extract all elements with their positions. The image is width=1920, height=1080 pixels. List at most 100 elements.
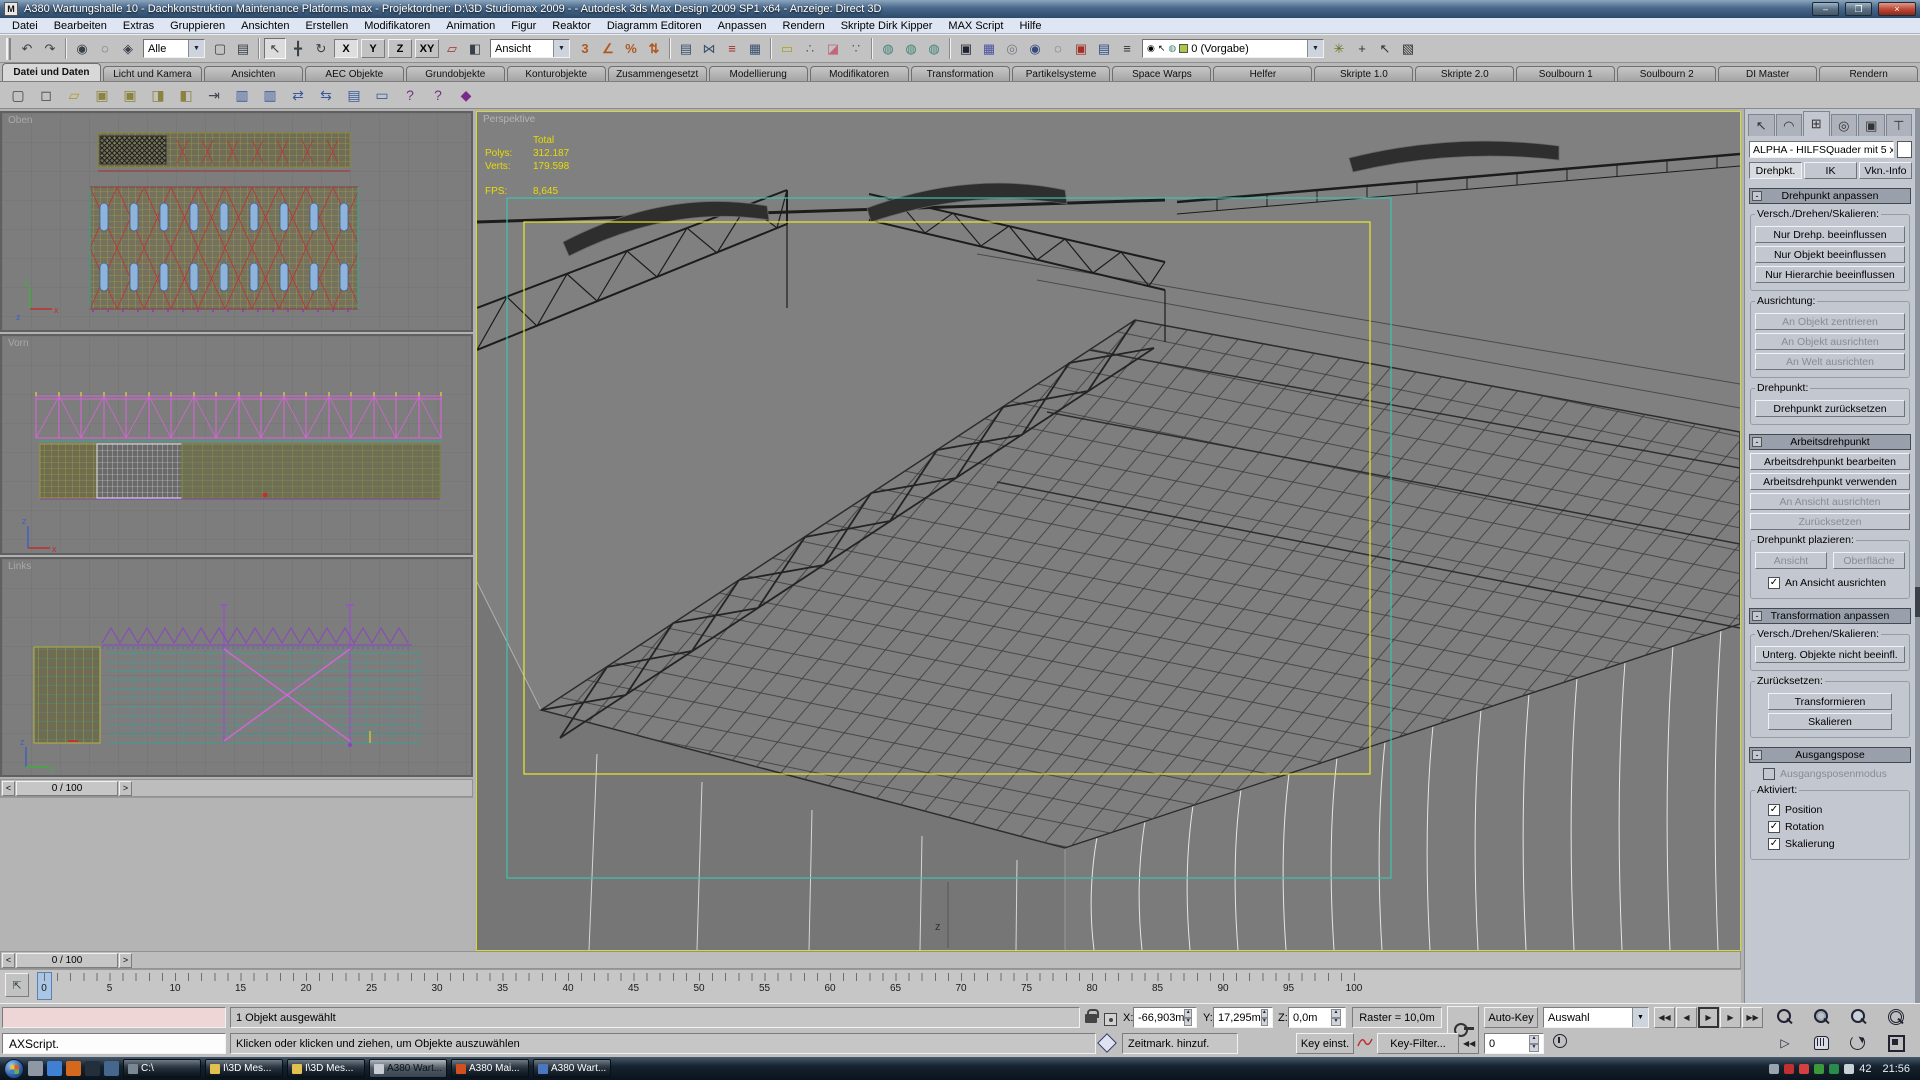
spinner-icon[interactable]: ▲▼ xyxy=(1529,1035,1539,1052)
field-of-view-icon[interactable]: ▷ xyxy=(1772,1032,1798,1053)
help-reference-icon[interactable]: ? xyxy=(398,84,422,106)
tab-ansichten[interactable]: Ansichten xyxy=(204,66,303,81)
redo-icon[interactable]: ↷ xyxy=(39,38,61,59)
media-player-icon[interactable] xyxy=(85,1061,100,1076)
checkbox-icon[interactable] xyxy=(1763,768,1775,780)
spinner-icon[interactable]: ▲▼ xyxy=(1184,1009,1192,1026)
checkbox-icon[interactable]: ✓ xyxy=(1768,821,1780,833)
render-region-teapot-icon[interactable]: ◍ xyxy=(900,38,922,59)
viewport-label[interactable]: Vorn xyxy=(8,338,29,349)
menu-item[interactable]: Rendern xyxy=(775,20,833,32)
selection-mode-dropdown[interactable]: Auswahl▼ xyxy=(1543,1007,1649,1028)
goto-end-button[interactable]: ▶▶ xyxy=(1742,1007,1763,1028)
object-name-field[interactable]: ALPHA - HILFSQuader mit 5 x ! xyxy=(1749,141,1894,158)
zoom-extents-all-icon[interactable] xyxy=(1883,1006,1909,1027)
angle-snap-icon[interactable]: ∠ xyxy=(597,38,619,59)
menu-item[interactable]: Extras xyxy=(115,20,162,32)
selection-filter-dropdown[interactable]: Alle ▼ xyxy=(143,39,205,58)
open-file-icon[interactable]: ▱ xyxy=(62,84,86,106)
firefox-browser-icon[interactable] xyxy=(66,1061,81,1076)
collapse-icon[interactable]: - xyxy=(1752,437,1762,447)
render-setup-icon[interactable]: ▣ xyxy=(1070,38,1092,59)
axis-constraint-xy-button[interactable]: XY xyxy=(415,39,439,58)
spinner-snap-icon[interactable]: ⇅ xyxy=(643,38,665,59)
rollout-header[interactable]: - Transformation anpassen xyxy=(1749,608,1911,624)
position-checkbox[interactable]: ✓Position xyxy=(1768,804,1904,816)
reset-scene-icon[interactable]: ◻ xyxy=(34,84,58,106)
eraser-tool-icon[interactable]: ◪ xyxy=(822,38,844,59)
prev-frame-button[interactable]: ◀ xyxy=(1676,1007,1697,1028)
chevron-down-icon[interactable]: ▼ xyxy=(553,40,569,57)
current-frame-field[interactable]: 0▲▼ xyxy=(1484,1033,1544,1054)
axis-constraint-x-button[interactable]: X xyxy=(334,39,358,58)
axis-constraint-y-button[interactable]: Y xyxy=(361,39,385,58)
collapse-icon[interactable]: - xyxy=(1752,191,1762,201)
checkbox-icon[interactable]: ✓ xyxy=(1768,577,1780,589)
collapse-icon[interactable]: - xyxy=(1752,611,1762,621)
save-as-icon[interactable]: ▣ xyxy=(118,84,142,106)
environment-dialog-icon[interactable]: ◎ xyxy=(1001,38,1023,59)
merge-file-icon[interactable]: ⇄ xyxy=(286,84,310,106)
display-panel-tab[interactable]: ▣ xyxy=(1858,114,1885,136)
zoom-extents-icon[interactable] xyxy=(1846,1006,1872,1027)
task-3dsmax-a380-wart[interactable]: A380 Wart... xyxy=(369,1059,447,1078)
render-scene-teapot-icon[interactable]: ◍ xyxy=(877,38,899,59)
quick-render-teapot-icon[interactable]: ◍ xyxy=(923,38,945,59)
schematic-view-icon[interactable]: ▦ xyxy=(978,38,1000,59)
zoom-all-icon[interactable] xyxy=(1809,1006,1835,1027)
select-and-manipulate-icon[interactable]: ◧ xyxy=(464,38,486,59)
maxscript-reference-icon[interactable]: ? xyxy=(426,84,450,106)
menu-item[interactable]: Skripte Dirk Kipper xyxy=(833,20,941,32)
chevron-down-icon[interactable]: ▼ xyxy=(188,40,204,57)
menu-item[interactable]: Bearbeiten xyxy=(46,20,115,32)
spinner-icon[interactable]: ▲▼ xyxy=(1261,1009,1268,1026)
show-desktop-icon[interactable] xyxy=(28,1061,43,1076)
maximize-viewport-icon[interactable] xyxy=(1883,1032,1909,1053)
viewport-label[interactable]: Perspektive xyxy=(483,114,535,125)
previous-key-icon[interactable]: ◀◀ xyxy=(1463,1033,1475,1054)
rectangular-selection-region-icon[interactable]: ▢ xyxy=(209,38,231,59)
object-color-swatch[interactable] xyxy=(1897,141,1912,158)
rollout-header[interactable]: - Arbeitsdrehpunkt xyxy=(1749,434,1911,450)
fetch-scene-icon[interactable]: ◧ xyxy=(174,84,198,106)
antivirus-tray-icon[interactable] xyxy=(1829,1064,1839,1074)
layer-dropdown[interactable]: ◉ ↖ ◍ 0 (Vorgabe) ▼ xyxy=(1142,39,1324,58)
menu-item[interactable]: MAX Script xyxy=(940,20,1011,32)
minimize-button[interactable]: – xyxy=(1812,2,1839,16)
align-icon[interactable]: ≡ xyxy=(721,38,743,59)
alert-tray-icon[interactable] xyxy=(1784,1064,1794,1074)
replace-file-icon[interactable]: ⇆ xyxy=(314,84,338,106)
affect-hierarchy-only-button[interactable]: Nur Hierarchie beeinflussen xyxy=(1755,266,1905,283)
tab-soulbourn-2[interactable]: Soulbourn 2 xyxy=(1617,66,1716,81)
new-scene-icon[interactable]: ▢ xyxy=(6,84,30,106)
menu-item[interactable]: Anpassen xyxy=(710,20,775,32)
start-button[interactable] xyxy=(4,1059,24,1079)
tab-licht-und-kamera[interactable]: Licht und Kamera xyxy=(103,66,202,81)
selection-lock-icon[interactable] xyxy=(1085,1005,1101,1026)
pan-hand-icon[interactable] xyxy=(1809,1032,1835,1053)
arc-rotate-icon[interactable] xyxy=(1846,1032,1872,1053)
network-activity-tray-icon[interactable] xyxy=(1769,1064,1779,1074)
viewport-label[interactable]: Links xyxy=(8,561,31,572)
isometric-view-icon[interactable] xyxy=(1100,1031,1118,1052)
utilities-panel-tab[interactable]: ⊤ xyxy=(1886,114,1913,136)
next-frame-button[interactable]: ▶ xyxy=(1720,1007,1741,1028)
summary-info-icon[interactable]: ▤ xyxy=(342,84,366,106)
select-by-name-icon[interactable]: ▤ xyxy=(232,38,254,59)
viewport-vorn[interactable]: zx Vorn xyxy=(0,334,473,555)
unlink-selection-icon[interactable]: ◌ xyxy=(94,38,116,59)
modify-panel-tab[interactable]: ◠ xyxy=(1776,114,1803,136)
open-mini-curve-editor-button[interactable]: ⇱ xyxy=(5,973,29,997)
reset-pivot-button[interactable]: Drehpunkt zurücksetzen xyxy=(1755,400,1905,417)
pick-object-icon[interactable]: ↖ xyxy=(1374,38,1396,59)
bind-to-space-warp-icon[interactable]: ◈ xyxy=(117,38,139,59)
edit-working-pivot-button[interactable]: Arbeitsdrehpunkt bearbeiten xyxy=(1750,453,1910,470)
nvidia-tray-icon[interactable] xyxy=(1814,1064,1824,1074)
tab-modifikatoren[interactable]: Modifikatoren xyxy=(810,66,909,81)
maxscript-mini-listener-pink[interactable] xyxy=(2,1007,226,1028)
select-and-move-icon[interactable]: ╋ xyxy=(287,38,309,59)
select-object-icon[interactable]: ↖ xyxy=(264,38,286,59)
create-panel-tab[interactable]: ↖ xyxy=(1748,114,1775,136)
scale-checkbox[interactable]: ✓Skalierung xyxy=(1768,838,1904,850)
key-filter-curve-icon[interactable] xyxy=(1357,1031,1373,1052)
